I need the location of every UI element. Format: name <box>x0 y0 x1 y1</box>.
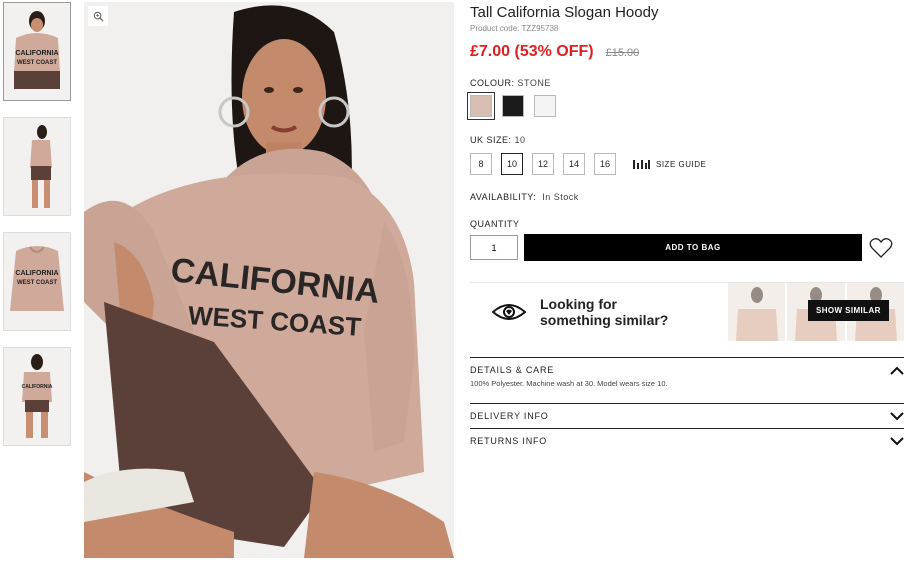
colour-swatches <box>467 92 904 120</box>
quantity-input[interactable] <box>470 235 518 260</box>
size-value: 10 <box>514 135 526 145</box>
swatch-stone[interactable] <box>467 92 495 120</box>
size-option-14[interactable]: 14 <box>563 153 585 175</box>
wishlist-button[interactable] <box>868 235 894 261</box>
svg-text:WEST COAST: WEST COAST <box>17 60 57 66</box>
original-price: £15.00 <box>605 47 640 59</box>
zoom-button[interactable] <box>88 6 108 26</box>
size-option-10[interactable]: 10 <box>501 153 523 175</box>
size-options: 8 10 12 14 16 SIZE GUIDE <box>470 153 904 175</box>
thumbnail-2[interactable] <box>3 117 71 216</box>
similar-text: Looking for something similar? <box>540 296 668 328</box>
accordion-details: DETAILS & CARE 100% Polyester. Machine w… <box>470 357 904 388</box>
svg-text:CALIFORNIA: CALIFORNIA <box>15 270 58 277</box>
chevron-down-icon <box>890 411 904 420</box>
size-guide-label: SIZE GUIDE <box>656 159 707 169</box>
svg-text:CALIFORNIA: CALIFORNIA <box>22 384 53 390</box>
swatch-white[interactable] <box>534 95 556 117</box>
sale-price: £7.00 (53% OFF) <box>470 43 594 60</box>
returns-info-title: RETURNS INFO <box>470 436 548 446</box>
main-product-image[interactable]: CALIFORNIA WEST COAST <box>84 2 454 558</box>
similar-banner: Looking for something similar? SHOW SIMI… <box>470 282 904 341</box>
ruler-icon <box>633 159 650 169</box>
delivery-info-title: DELIVERY INFO <box>470 411 549 421</box>
availability: AVAILABILITY: In Stock <box>470 192 904 202</box>
product-code: Product code: TZZ95738 <box>470 24 559 33</box>
thumbnail-image: CALIFORNIA WEST COAST <box>10 246 64 311</box>
size-option-12[interactable]: 12 <box>532 153 554 175</box>
size-guide-link[interactable]: SIZE GUIDE <box>633 159 707 169</box>
eye-icon <box>492 304 526 320</box>
price-row: £7.00 (53% OFF) £15.00 <box>470 43 904 61</box>
details-care-title: DETAILS & CARE <box>470 365 555 375</box>
product-title: Tall California Slogan Hoody <box>470 4 659 21</box>
size-option-16[interactable]: 16 <box>594 153 616 175</box>
swatch-black[interactable] <box>502 95 524 117</box>
similar-image-graphic <box>736 287 778 341</box>
thumbnail-4[interactable]: CALIFORNIA <box>3 347 71 446</box>
thumbnail-3[interactable]: CALIFORNIA WEST COAST <box>3 232 71 331</box>
returns-info-header[interactable]: RETURNS INFO <box>470 429 904 453</box>
size-label: UK SIZE: 10 <box>470 135 904 145</box>
zoom-icon <box>93 11 104 22</box>
thumbnail-image: CALIFORNIA <box>22 354 53 438</box>
accordion-returns: RETURNS INFO <box>470 428 904 453</box>
thumbnail-image: CALIFORNIA WEST COAST <box>14 11 60 89</box>
availability-value: In Stock <box>542 192 579 202</box>
quantity-label: QUANTITY <box>470 219 520 229</box>
size-label-text: UK SIZE: <box>470 135 512 145</box>
svg-text:CALIFORNIA: CALIFORNIA <box>15 50 58 57</box>
cart-row: ADD TO BAG <box>470 234 904 261</box>
colour-label-text: COLOUR: <box>470 78 515 88</box>
similar-image-1 <box>728 283 786 341</box>
size-option-8[interactable]: 8 <box>470 153 492 175</box>
chevron-up-icon <box>890 366 904 375</box>
svg-text:WEST COAST: WEST COAST <box>17 280 57 286</box>
show-similar-button[interactable]: SHOW SIMILAR <box>808 300 889 321</box>
similar-line1: Looking for <box>540 296 617 312</box>
colour-label: COLOUR: STONE <box>470 78 904 88</box>
availability-label: AVAILABILITY: <box>470 192 537 202</box>
chevron-down-icon <box>890 436 904 445</box>
thumbnail-list: CALIFORNIA WEST COAST CALIFORNIA WEST CO… <box>3 2 71 462</box>
accordion-delivery: DELIVERY INFO <box>470 403 904 428</box>
colour-value: STONE <box>517 78 551 88</box>
delivery-info-header[interactable]: DELIVERY INFO <box>470 404 904 428</box>
product-info: Tall California Slogan Hoody Product cod… <box>467 0 904 446</box>
details-care-body: 100% Polyester. Machine wash at 30. Mode… <box>470 379 668 388</box>
model-photo: CALIFORNIA WEST COAST <box>84 2 454 558</box>
add-to-bag-button[interactable]: ADD TO BAG <box>524 234 862 261</box>
heart-icon <box>869 237 893 258</box>
thumbnail-image <box>30 125 52 208</box>
thumbnail-1[interactable]: CALIFORNIA WEST COAST <box>3 2 71 101</box>
similar-line2: something similar? <box>540 312 669 328</box>
